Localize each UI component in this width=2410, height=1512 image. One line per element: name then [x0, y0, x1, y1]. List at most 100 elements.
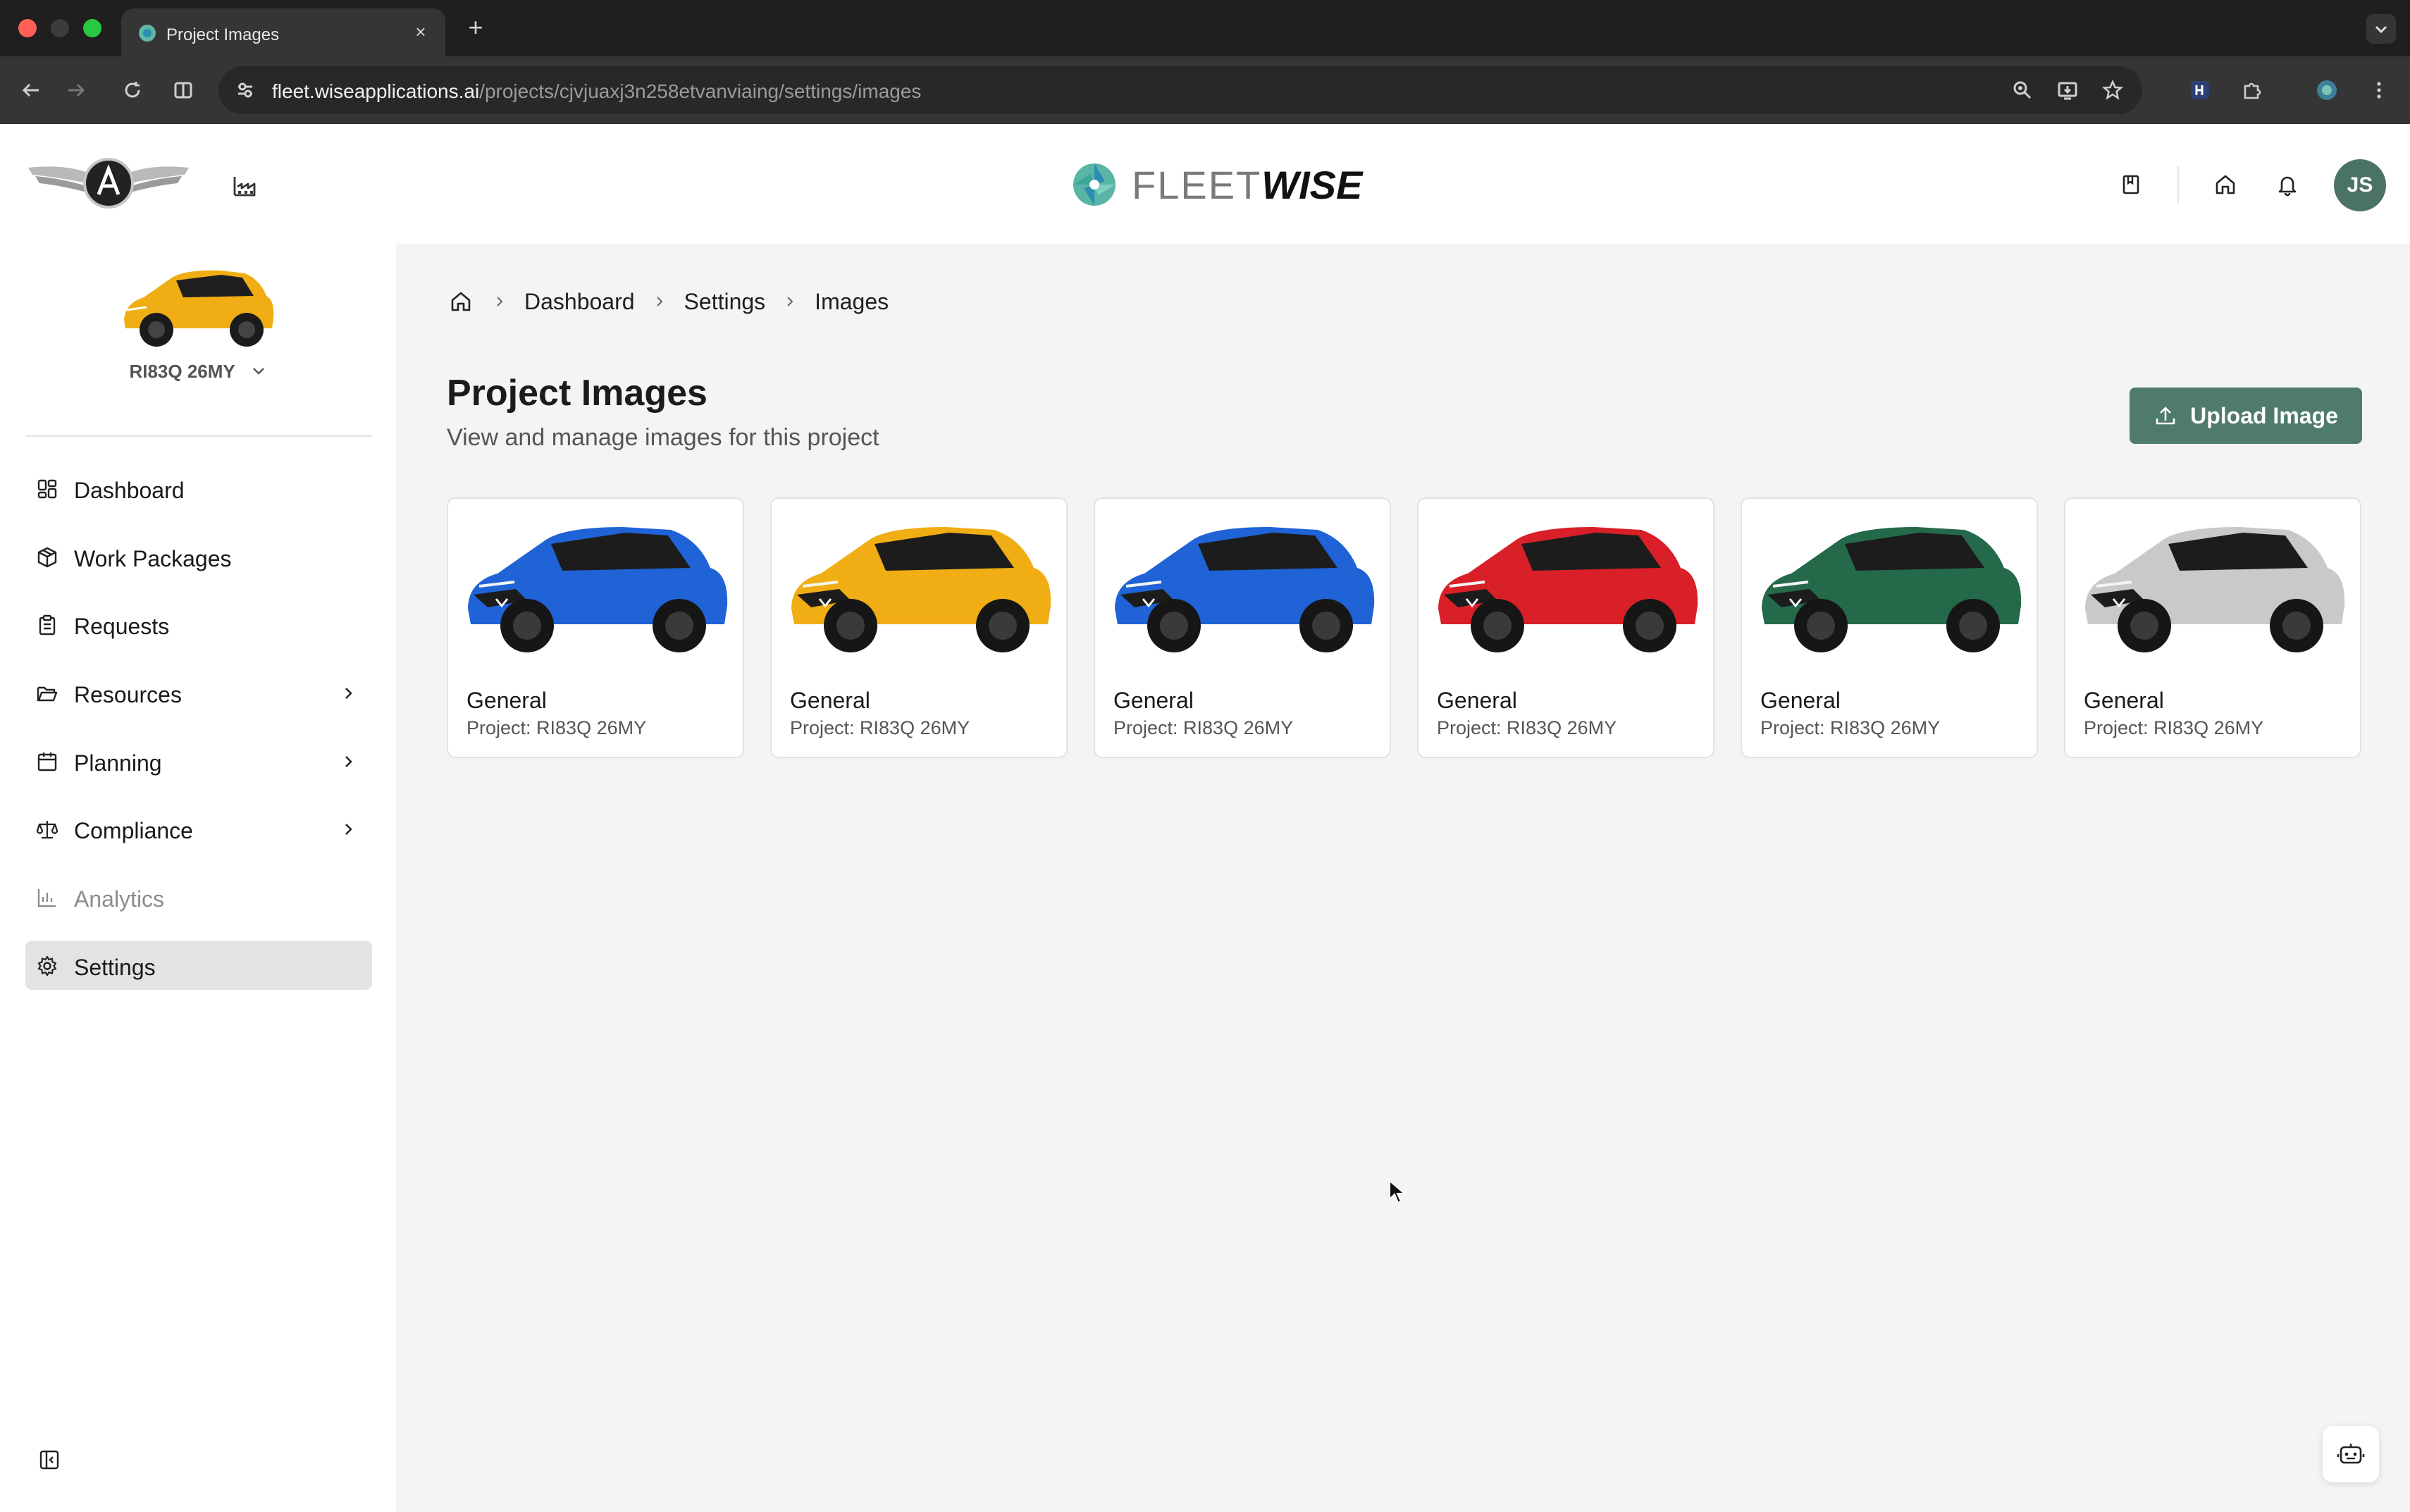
sidebar-item-work-packages[interactable]: Work Packages: [25, 532, 372, 581]
upload-image-label: Upload Image: [2190, 402, 2338, 428]
chevron-right-icon: [635, 287, 684, 316]
extension-icon[interactable]: [2183, 73, 2217, 107]
clipboard-list-icon: [35, 613, 59, 637]
forward-button[interactable]: [59, 73, 93, 107]
gear-icon: [35, 954, 59, 978]
new-tab-button[interactable]: +: [462, 14, 490, 42]
sidebar-item-dashboard[interactable]: Dashboard: [25, 464, 372, 513]
browser-tab-bar: Project Images × +: [0, 0, 2410, 56]
image-category: General: [2084, 688, 2164, 713]
bookmark-book-icon[interactable]: [2111, 165, 2151, 204]
fleetwise-favicon-icon: [139, 25, 156, 42]
upload-icon: [2156, 407, 2175, 425]
image-project-label: Project: RI83Q 26MY: [466, 717, 647, 738]
folder-open-icon: [35, 681, 59, 705]
image-card[interactable]: General Project: RI83Q 26MY: [447, 497, 744, 758]
close-tab-icon[interactable]: ×: [409, 20, 433, 44]
bot-icon: [2337, 1444, 2365, 1464]
project-car-thumbnail: [124, 270, 274, 347]
image-category: General: [1113, 688, 1194, 713]
scale-balance-icon: [35, 817, 59, 841]
image-grid: General Project: RI83Q 26MY General Project…: [447, 497, 2363, 758]
image-project-label: Project: RI83Q 26MY: [2084, 717, 2264, 738]
car-image: [1762, 527, 2022, 652]
car-image: [791, 527, 1051, 652]
sidebar-item-compliance[interactable]: Compliance: [25, 804, 372, 853]
page-subtitle: View and manage images for this project: [447, 424, 879, 451]
sidebar-item-planning[interactable]: Planning: [25, 736, 372, 786]
image-project-label: Project: RI83Q 26MY: [790, 717, 970, 738]
maximize-window-button[interactable]: [83, 19, 101, 37]
install-app-icon[interactable]: [2051, 73, 2084, 107]
sidebar: RI83Q 26MY Dashboard Work Packages Reque…: [0, 244, 396, 1512]
split-view-button[interactable]: [166, 73, 200, 107]
profile-icon[interactable]: [2310, 73, 2344, 107]
zoom-icon[interactable]: [2006, 73, 2039, 107]
image-project-label: Project: RI83Q 26MY: [1760, 717, 1941, 738]
upload-image-button[interactable]: Upload Image: [2130, 388, 2362, 444]
sidebar-item-label: Settings: [74, 955, 156, 980]
image-card[interactable]: General Project: RI83Q 26MY: [1417, 497, 1714, 758]
browser-menu-icon[interactable]: [2362, 73, 2396, 107]
image-card[interactable]: General Project: RI83Q 26MY: [2064, 497, 2361, 758]
breadcrumb-dashboard[interactable]: Dashboard: [524, 289, 635, 315]
collapse-sidebar-button[interactable]: [37, 1447, 62, 1473]
chevron-right-icon: [338, 752, 358, 772]
extensions-puzzle-icon[interactable]: [2235, 73, 2269, 107]
image-card[interactable]: General Project: RI83Q 26MY: [1094, 497, 1391, 758]
image-card[interactable]: General Project: RI83Q 26MY: [1741, 497, 2038, 758]
image-project-label: Project: RI83Q 26MY: [1437, 717, 1617, 738]
factory-icon[interactable]: [227, 168, 262, 203]
sidebar-divider: [25, 435, 372, 437]
arrow-left-icon: [22, 83, 39, 97]
image-card[interactable]: General Project: RI83Q 26MY: [770, 497, 1068, 758]
sidebar-item-analytics[interactable]: Analytics: [25, 872, 372, 922]
bookmark-star-icon[interactable]: [2096, 73, 2130, 107]
image-category: General: [790, 688, 870, 713]
breadcrumb: Dashboard Settings Images: [447, 286, 889, 317]
sidebar-item-requests[interactable]: Requests: [25, 600, 372, 649]
mouse-cursor-icon: [1389, 1179, 1407, 1204]
home-icon[interactable]: [2206, 165, 2245, 204]
assistant-chat-button[interactable]: [2323, 1426, 2379, 1482]
user-avatar[interactable]: JS: [2334, 159, 2386, 211]
bar-chart-icon: [35, 886, 59, 910]
car-image: [2085, 527, 2345, 652]
notifications-bell-icon[interactable]: [2268, 165, 2307, 204]
image-category: General: [1437, 688, 1517, 713]
sidebar-item-label: Compliance: [74, 818, 193, 843]
minimize-window-button[interactable]: [51, 19, 69, 37]
arrow-right-icon: [68, 83, 85, 97]
back-button[interactable]: [14, 73, 48, 107]
project-name: RI83Q 26MY: [129, 361, 235, 382]
site-info-icon[interactable]: [231, 76, 259, 104]
image-category: General: [1760, 688, 1841, 713]
chevron-right-icon: [475, 287, 524, 316]
close-window-button[interactable]: [18, 19, 37, 37]
image-category: General: [466, 688, 547, 713]
fleetwise-mark-icon: [1073, 163, 1116, 206]
tab-title: Project Images: [166, 25, 280, 44]
sidebar-item-label: Work Packages: [74, 546, 232, 571]
tab-search-button[interactable]: [2366, 14, 2396, 44]
breadcrumb-settings[interactable]: Settings: [684, 289, 766, 315]
car-image: [1438, 527, 1698, 652]
sidebar-item-label: Planning: [74, 750, 162, 776]
project-selector[interactable]: RI83Q 26MY: [0, 361, 396, 384]
app-header: FLEETWISE JS: [0, 124, 2410, 244]
chevron-down-icon: [250, 362, 267, 384]
breadcrumb-home-icon[interactable]: [447, 287, 475, 316]
header-divider: [2177, 166, 2179, 203]
browser-tab[interactable]: Project Images ×: [121, 8, 445, 56]
address-bar[interactable]: fleet.wiseapplications.ai/projects/cjvju…: [218, 66, 2142, 114]
chevron-right-icon: [338, 819, 358, 839]
calendar-icon: [35, 750, 59, 774]
fleetwise-logo[interactable]: FLEETWISE: [1070, 158, 1362, 211]
split-view-icon: [174, 82, 192, 99]
winged-brand-logo[interactable]: [25, 154, 192, 214]
url-text: fleet.wiseapplications.ai/projects/cjvju…: [272, 80, 922, 102]
sidebar-item-settings[interactable]: Settings: [25, 941, 372, 990]
sidebar-item-resources[interactable]: Resources: [25, 668, 372, 717]
sidebar-item-label: Requests: [74, 614, 170, 639]
reload-button[interactable]: [116, 73, 149, 107]
